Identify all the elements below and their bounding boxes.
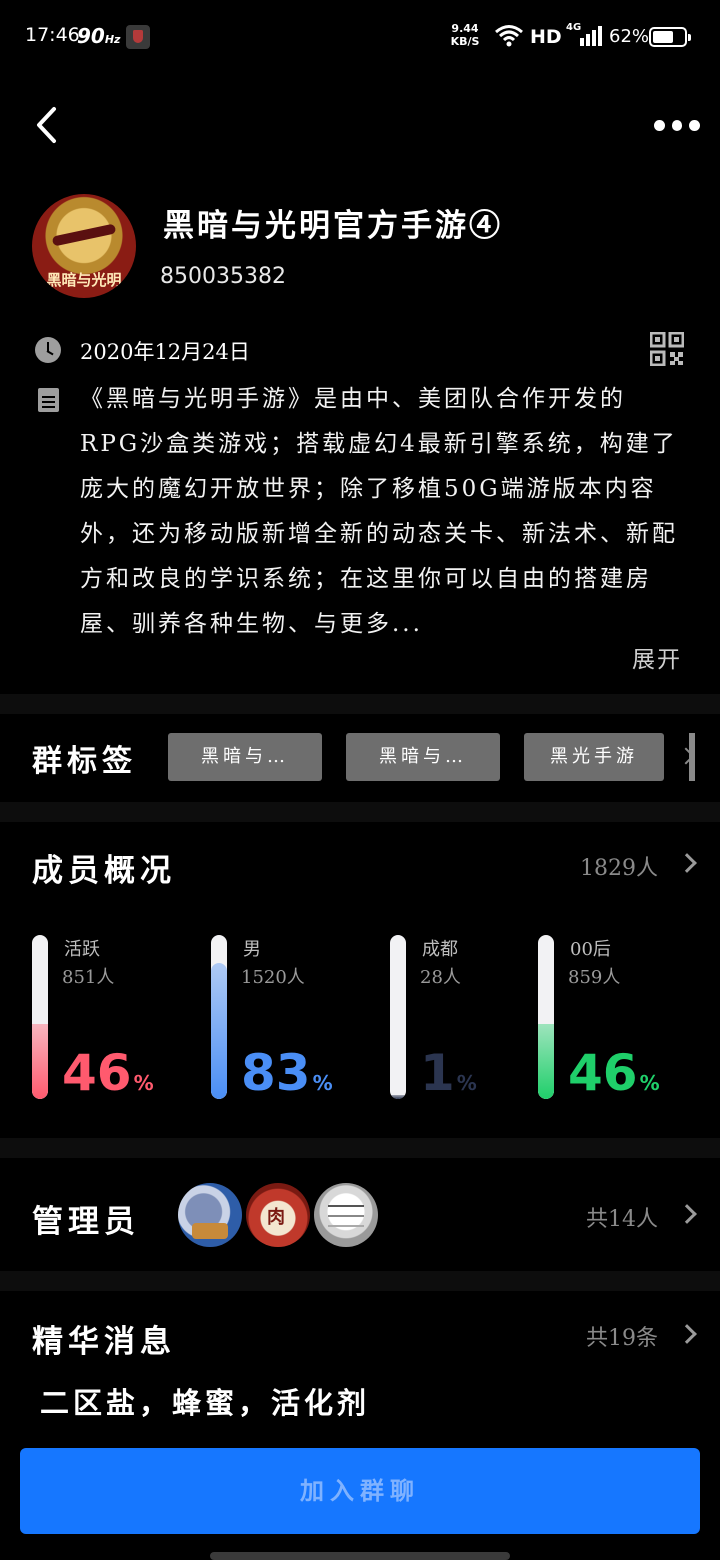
percent-sign: % (312, 1071, 333, 1095)
member-stat: 00后 859人 46% (538, 935, 708, 1100)
status-bar: 17:46 90Hz 9.44 KB/S HD 4G 62% (0, 0, 720, 74)
stat-label: 活跃 (64, 939, 100, 960)
stat-count: 1520人 (241, 967, 305, 988)
percent-sign: % (133, 1071, 154, 1095)
essence-title: 精华消息 (32, 1324, 176, 1360)
chevron-right-icon[interactable] (677, 1324, 697, 1344)
stat-bar (390, 935, 406, 1099)
refresh-value: 90 (77, 24, 105, 48)
stat-count: 28人 (420, 967, 461, 988)
stat-bar-fill (538, 1024, 554, 1099)
members-total[interactable]: 1829人 (580, 850, 658, 882)
stat-count: 851人 (62, 967, 115, 988)
signal-icon (580, 26, 602, 46)
stat-bar-fill (32, 1024, 48, 1099)
created-date: 2020年12月24日 (80, 340, 250, 364)
clock-icon (35, 337, 61, 363)
tag-item[interactable]: 黑暗与… (346, 733, 500, 781)
admins-title: 管理员 (32, 1204, 140, 1240)
expand-link[interactable]: 展开 (632, 640, 682, 674)
home-indicator[interactable] (210, 1552, 510, 1560)
stat-count: 859人 (568, 967, 621, 988)
stat-percent: 1% (420, 1047, 477, 1109)
net-speed-unit: KB/S (450, 35, 480, 48)
net-speed-value: 9.44 (451, 22, 479, 35)
chevron-right-icon[interactable] (677, 1204, 697, 1224)
tag-item[interactable]: 黑暗与… (168, 733, 322, 781)
description-icon (38, 388, 59, 412)
chevron-right-icon[interactable] (677, 853, 697, 873)
tag-item[interactable]: 黑光手游 (524, 733, 664, 781)
member-stat: 成都 28人 1% (390, 935, 560, 1100)
refresh-rate: 90Hz (77, 24, 120, 48)
section-divider (0, 1138, 720, 1158)
admin-avatar[interactable] (246, 1183, 310, 1247)
percent-sign: % (456, 1071, 477, 1095)
admin-avatar[interactable] (178, 1183, 242, 1247)
battery-icon (649, 27, 691, 47)
refresh-unit: Hz (104, 33, 121, 46)
stat-label: 成都 (422, 939, 458, 960)
avatar-logo-text: 黑暗与光明 (46, 271, 122, 289)
wifi-icon (495, 25, 523, 47)
group-description: 《黑暗与光明手游》是由中、美团队合作开发的RPG沙盒类游戏；搭载虚幻4最新引擎系… (80, 386, 678, 637)
stat-percent-value: 83 (241, 1044, 311, 1102)
stat-percent-value: 1 (420, 1044, 455, 1102)
status-time: 17:46 (25, 24, 80, 46)
join-group-button[interactable]: 加入群聊 (20, 1448, 700, 1534)
section-divider (0, 802, 720, 822)
stat-label: 男 (243, 939, 261, 960)
group-name: 黑暗与光明官方手游④ (163, 208, 503, 244)
tags-scroll-icon[interactable] (676, 733, 696, 781)
stat-label: 00后 (570, 939, 611, 960)
stat-bar (538, 935, 554, 1099)
group-id: 850035382 (160, 264, 286, 289)
essence-total[interactable]: 共19条 (586, 1320, 658, 1352)
tags-title: 群标签 (32, 744, 137, 779)
section-divider (0, 1271, 720, 1291)
member-stat: 男 1520人 83% (211, 935, 381, 1100)
stat-percent: 46% (568, 1047, 660, 1109)
stat-bar-fill (390, 1095, 406, 1099)
stat-percent: 46% (62, 1047, 154, 1109)
admin-avatar[interactable] (314, 1183, 378, 1247)
essence-latest[interactable]: 二区盐，蜂蜜，活化剂 (40, 1380, 370, 1422)
stat-bar (211, 935, 227, 1099)
stat-bar (32, 935, 48, 1099)
qr-code-icon[interactable] (650, 332, 684, 366)
app-notification-icon (126, 25, 150, 49)
network-type: 4G (566, 22, 582, 33)
stat-bar-fill (211, 963, 227, 1099)
stat-percent: 83% (241, 1047, 333, 1109)
section-divider (0, 694, 720, 714)
stat-percent-value: 46 (568, 1044, 638, 1102)
more-options-icon[interactable] (654, 115, 701, 135)
net-speed: 9.44 KB/S (448, 22, 482, 48)
hd-indicator: HD (530, 26, 562, 48)
stat-percent-value: 46 (62, 1044, 132, 1102)
member-stat: 活跃 851人 46% (32, 935, 202, 1100)
percent-sign: % (639, 1071, 660, 1095)
members-title: 成员概况 (32, 853, 176, 889)
group-avatar[interactable]: 黑暗与光明 (32, 194, 136, 298)
battery-percent: 62% (609, 26, 650, 47)
admins-total[interactable]: 共14人 (586, 1201, 658, 1233)
back-icon[interactable] (30, 105, 70, 145)
